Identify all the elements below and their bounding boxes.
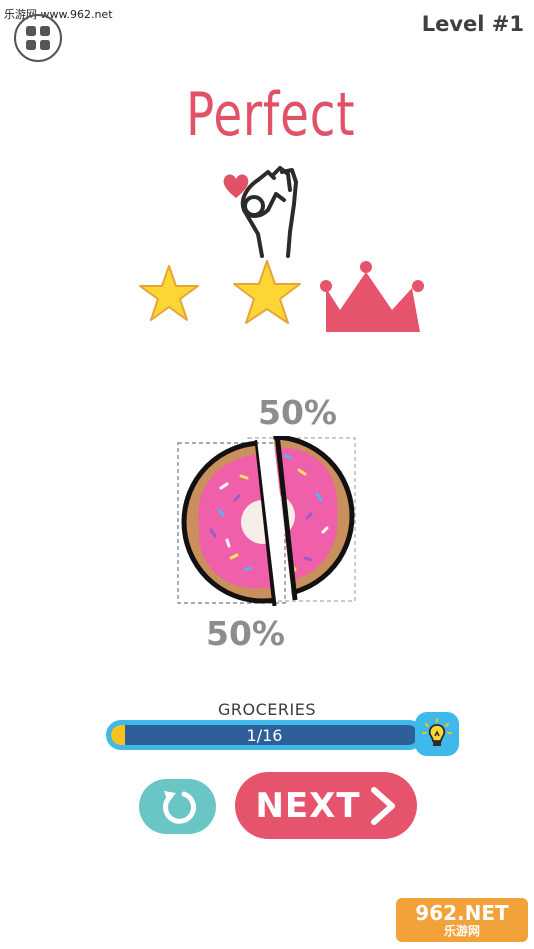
ok-hand-illustration [218, 160, 302, 266]
watermark-logo-text: 962.NET [415, 901, 509, 925]
restart-icon [162, 790, 196, 824]
crown-icon [320, 261, 424, 332]
lightbulb-icon [422, 718, 452, 746]
level-label: Level #1 [421, 12, 524, 36]
sliced-donut [176, 434, 360, 610]
next-button[interactable]: NEXT [235, 772, 417, 839]
watermark-text: 乐游网 www.962.net [4, 8, 113, 21]
result-title: Perfect [186, 80, 356, 150]
donut-icon [177, 434, 356, 610]
restart-button[interactable] [139, 779, 216, 834]
bottom-piece-percent: 50% [206, 614, 285, 653]
star-icon [233, 260, 301, 324]
chevron-right-icon [370, 786, 395, 825]
top-piece-percent: 50% [258, 393, 337, 432]
watermark-logo-sub: 乐游网 [443, 924, 480, 938]
grid-menu-icon [26, 26, 50, 50]
star-icon [139, 265, 199, 321]
hint-button[interactable] [415, 712, 459, 756]
rating-stars [130, 258, 430, 338]
ok-hand-icon [240, 166, 298, 258]
level-progress-bar: 1/16 [106, 720, 424, 750]
menu-button[interactable] [14, 14, 62, 62]
progress-count: 1/16 [246, 725, 283, 745]
next-label: NEXT [255, 785, 361, 826]
watermark-logo: 962.NET 乐游网 [396, 898, 528, 942]
